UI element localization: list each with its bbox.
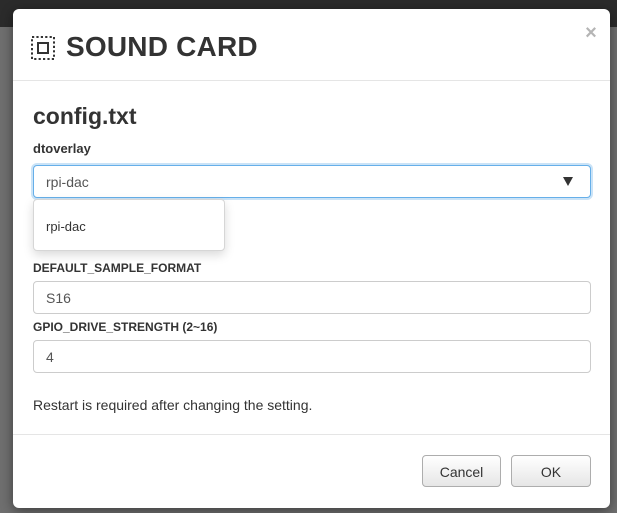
caret-down-icon [563, 177, 573, 186]
ok-button[interactable]: OK [511, 455, 591, 487]
chip-icon [31, 36, 55, 60]
gpio-drive-strength-input[interactable]: 4 [33, 340, 591, 373]
cancel-button[interactable]: Cancel [422, 455, 501, 487]
dialog-title: SOUND CARD [66, 31, 258, 62]
dropdown-option-rpi-dac[interactable]: rpi-dac [46, 219, 86, 235]
gpio-drive-strength-label: GPIO_DRIVE_STRENGTH (2~16) [33, 320, 218, 334]
dtoverlay-label: dtoverlay [33, 141, 91, 156]
close-button[interactable]: × [581, 22, 601, 44]
dialog-header: SOUND CARD × [13, 9, 610, 81]
sound-card-dialog: SOUND CARD × config.txt dtoverlay rpi-da… [13, 9, 610, 508]
restart-notice: Restart is required after changing the s… [33, 397, 313, 413]
gpio-drive-strength-value: 4 [46, 349, 54, 365]
section-heading: config.txt [33, 103, 137, 129]
dtoverlay-dropdown-menu: rpi-dac [33, 199, 225, 251]
default-sample-format-value: S16 [46, 290, 71, 306]
dialog-footer: Cancel OK [13, 434, 610, 509]
default-sample-format-input[interactable]: S16 [33, 281, 591, 314]
default-sample-format-label: DEFAULT_SAMPLE_FORMAT [33, 261, 202, 275]
dtoverlay-selected-value: rpi-dac [46, 174, 89, 190]
dtoverlay-select[interactable]: rpi-dac [33, 165, 591, 198]
